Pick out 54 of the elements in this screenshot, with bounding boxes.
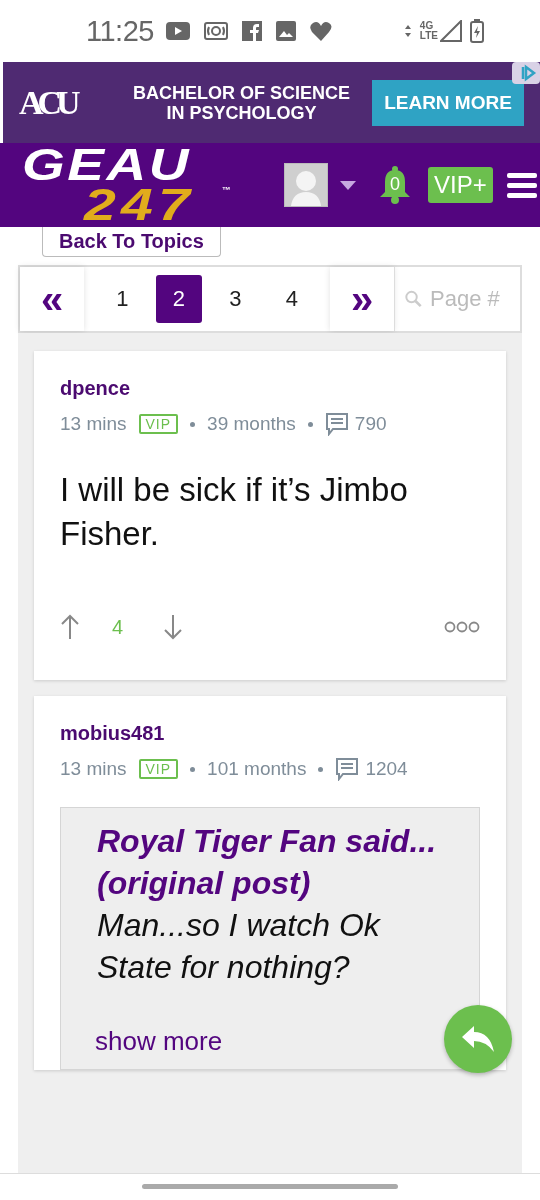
comment-icon: [324, 412, 349, 436]
page-number[interactable]: 4: [268, 275, 315, 323]
vip-badge: VIP: [138, 759, 179, 779]
data-arrows-icon: [403, 23, 412, 39]
post-count: 790: [354, 413, 387, 435]
clock-time: 11:25: [86, 14, 154, 48]
bell-icon: [378, 166, 412, 204]
battery-icon: [470, 19, 484, 43]
caret-icon: [340, 180, 356, 190]
ad-logo: ACU: [19, 83, 77, 122]
quote-text: Man...so I watch Ok State for nothing?: [97, 906, 382, 987]
post-author[interactable]: dpence: [60, 377, 480, 400]
play-icon: [165, 22, 190, 40]
ad-banner[interactable]: ACU BACHELOR OF SCIENCE IN PSYCHOLOGY LEARN MORE: [3, 62, 540, 143]
network-type: LTE: [419, 31, 438, 41]
upvote-icon[interactable]: [60, 614, 80, 640]
image-icon: [275, 21, 296, 41]
page-number[interactable]: 3: [212, 275, 259, 323]
site-logo[interactable]: GEAU 247 ™: [22, 143, 284, 227]
comment-icon: [335, 757, 360, 781]
post-time: 13 mins: [60, 758, 127, 780]
heart-icon: [309, 21, 332, 41]
post-body: I will be sick if it’s Jimbo Fisher.: [60, 470, 409, 554]
last-page-button[interactable]: »: [330, 267, 394, 331]
vip-badge: VIP: [138, 414, 179, 434]
separator-dot: [190, 421, 196, 427]
reply-icon: [462, 1026, 494, 1052]
post-author[interactable]: mobius481: [60, 722, 480, 745]
original-post-link[interactable]: (original post): [97, 865, 311, 901]
separator-dot: [307, 421, 313, 427]
ad-headline: BACHELOR OF SCIENCE: [133, 82, 350, 103]
notification-count: 0: [390, 174, 400, 195]
quote-header: Royal Tiger Fan said... (original post): [97, 822, 438, 903]
page-number[interactable]: 1: [99, 275, 146, 323]
ad-headline: IN PSYCHOLOGY: [166, 102, 317, 123]
menu-icon: [506, 172, 537, 198]
back-to-topics-button[interactable]: Back To Topics: [42, 227, 221, 257]
show-more-link[interactable]: show more: [95, 1026, 223, 1057]
separator-dot: [318, 766, 324, 772]
social-icon: [241, 21, 262, 41]
post-count: 1204: [365, 758, 408, 780]
vote-count: 4: [112, 615, 124, 639]
first-page-button[interactable]: «: [20, 267, 84, 331]
post-time: 13 mins: [60, 413, 127, 435]
network-type: 4G: [419, 21, 435, 31]
more-options-icon[interactable]: [444, 621, 480, 633]
page-number[interactable]: 2: [155, 275, 202, 323]
separator-dot: [190, 766, 196, 772]
downvote-icon[interactable]: [163, 614, 184, 640]
member-tenure: 39 months: [207, 413, 296, 435]
radio-icon: [203, 22, 228, 40]
ad-choices-icon: [512, 62, 540, 84]
signal-icon: [440, 20, 462, 42]
member-tenure: 101 months: [207, 758, 307, 780]
